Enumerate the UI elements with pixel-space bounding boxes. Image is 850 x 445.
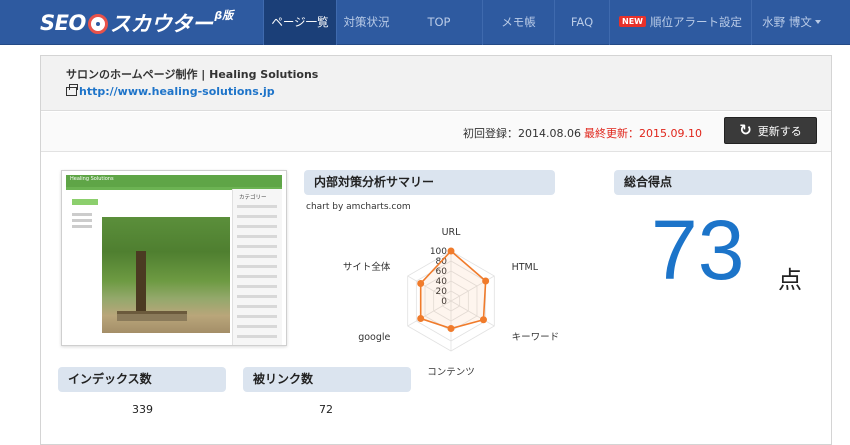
radar-data-point bbox=[479, 316, 487, 324]
index-count-label: インデックス数 bbox=[58, 367, 226, 392]
thumbnail-line bbox=[237, 245, 277, 248]
thumbnail-button bbox=[72, 199, 98, 205]
total-score-unit: 点 bbox=[778, 266, 802, 294]
radar-data-point bbox=[417, 315, 425, 322]
thumbnail-line bbox=[237, 275, 277, 278]
thumbnail-tree bbox=[136, 251, 146, 311]
logo-target-icon bbox=[87, 14, 108, 34]
radar-category-label: キーワード bbox=[512, 332, 560, 343]
nav-top[interactable]: TOP bbox=[396, 0, 482, 45]
thumbnail-line bbox=[237, 315, 277, 318]
radar-data-point bbox=[417, 280, 425, 287]
logo-text-seo: SEO bbox=[40, 11, 86, 35]
new-badge: NEW bbox=[619, 16, 646, 27]
nav-measures[interactable]: 対策状況 bbox=[336, 0, 396, 45]
external-link-icon bbox=[66, 84, 78, 96]
total-score-value: 73 bbox=[651, 203, 745, 297]
caret-down-icon bbox=[814, 20, 821, 24]
thumbnail-line bbox=[237, 305, 277, 308]
first-registered-date: 初回登録：2014.08.06 bbox=[463, 127, 581, 140]
thumbnail-line bbox=[237, 205, 277, 208]
thumbnail-line bbox=[237, 225, 277, 228]
nav-memo[interactable]: メモ帳 bbox=[482, 0, 554, 45]
backlink-count-value: 72 bbox=[319, 403, 333, 416]
radar-category-label: サイト全体 bbox=[343, 261, 391, 273]
radar-data-point bbox=[447, 247, 455, 255]
site-url-text: http://www.healing-solutions.jp bbox=[79, 85, 275, 98]
thumbnail-sidebar-title: カテゴリー bbox=[239, 195, 267, 201]
radar-data-point bbox=[447, 325, 455, 332]
radar-data-point bbox=[482, 277, 490, 285]
logo[interactable]: SEO スカウター β版 bbox=[40, 9, 233, 37]
nav-user-menu[interactable]: 水野 博文 bbox=[751, 0, 831, 45]
thumbnail-line bbox=[237, 255, 277, 258]
site-thumbnail[interactable]: Healing Solutions カテゴリー bbox=[61, 170, 287, 346]
thumbnail-header-text: Healing Solutions bbox=[70, 176, 114, 182]
index-count-value: 339 bbox=[132, 403, 153, 416]
thumbnail-bench bbox=[117, 311, 187, 321]
top-navbar: SEO スカウター β版 ページ一覧 対策状況 TOP メモ帳 FAQ NEW 順… bbox=[0, 0, 850, 45]
thumbnail-line bbox=[237, 295, 277, 298]
nav-rank-alert-label: 順位アラート設定 bbox=[649, 15, 742, 29]
refresh-button-label: 更新する bbox=[757, 124, 802, 138]
thumbnail-line bbox=[237, 215, 277, 218]
logo-beta-label: β版 bbox=[214, 9, 234, 22]
backlink-count-label: 被リンク数 bbox=[243, 367, 411, 392]
user-name: 水野 博文 bbox=[762, 15, 812, 29]
thumbnail-header: Healing Solutions bbox=[66, 175, 282, 187]
thumbnail-line bbox=[237, 265, 277, 268]
summary-title: 内部対策分析サマリー bbox=[304, 170, 555, 195]
site-title: サロンのホームページ制作 | Healing Solutions bbox=[66, 68, 319, 81]
thumbnail-line bbox=[237, 285, 277, 288]
site-report-panel: サロンのホームページ制作 | Healing Solutions http://… bbox=[40, 55, 832, 445]
score-title: 総合得点 bbox=[614, 170, 812, 195]
site-header: サロンのホームページ制作 | Healing Solutions http://… bbox=[41, 56, 831, 111]
nav-page-list[interactable]: ページ一覧 bbox=[263, 0, 336, 45]
last-updated-date: 最終更新：2015.09.10 bbox=[584, 127, 702, 140]
thumbnail-line bbox=[237, 235, 277, 238]
thumbnail-sidebar: カテゴリー bbox=[232, 189, 282, 345]
date-bar: 初回登録：2014.08.06 最終更新：2015.09.10 ↻ 更新する bbox=[41, 112, 831, 152]
refresh-icon: ↻ bbox=[739, 121, 752, 139]
logo-text-scouter: スカウター bbox=[109, 12, 213, 36]
chart-credit-link[interactable]: chart by amcharts.com bbox=[306, 202, 411, 212]
nav-faq[interactable]: FAQ bbox=[554, 0, 609, 45]
thumbnail-line bbox=[237, 335, 277, 338]
thumbnail-left-links bbox=[72, 213, 92, 233]
radar-category-label: google bbox=[358, 332, 390, 343]
radar-tick-label: 100 bbox=[430, 247, 447, 257]
site-url-link[interactable]: http://www.healing-solutions.jp bbox=[66, 84, 275, 98]
radar-category-label: URL bbox=[442, 227, 462, 238]
radar-category-label: HTML bbox=[512, 262, 539, 273]
thumbnail-line bbox=[237, 325, 277, 328]
refresh-button[interactable]: ↻ 更新する bbox=[724, 117, 817, 144]
nav-rank-alert[interactable]: NEW 順位アラート設定 bbox=[609, 0, 751, 45]
radar-category-label: コンテンツ bbox=[427, 367, 475, 378]
